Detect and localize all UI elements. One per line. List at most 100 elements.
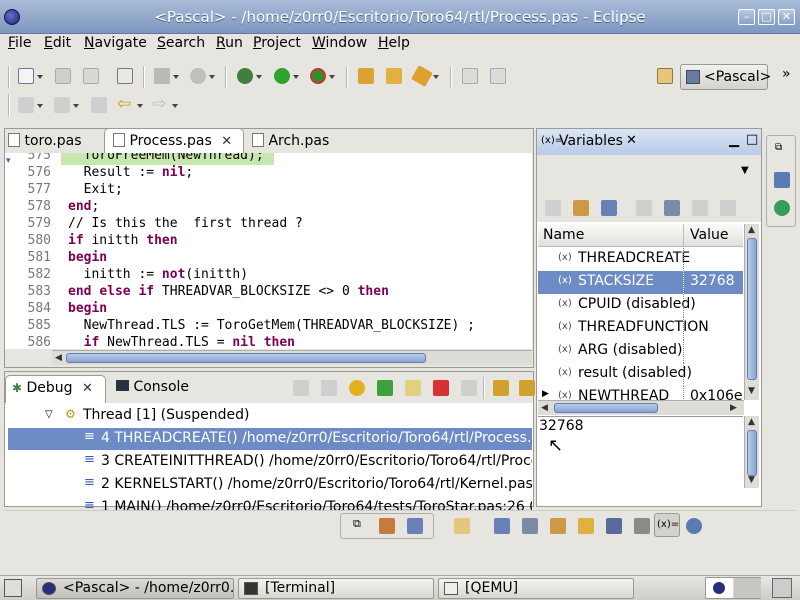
menu-search[interactable]: Search <box>157 35 205 51</box>
back-arrow-icon[interactable]: ⇦ <box>117 94 131 114</box>
disassembly-icon[interactable] <box>606 518 622 534</box>
chevron-down-icon[interactable] <box>73 104 79 108</box>
minimize-icon[interactable]: – <box>738 9 755 25</box>
toggle-block-icon[interactable] <box>462 68 478 84</box>
project-explorer-icon[interactable] <box>550 518 566 534</box>
chevron-down-icon[interactable] <box>37 104 43 108</box>
open-type-icon[interactable] <box>358 68 374 84</box>
code-editor[interactable]: 575 ToroFreeMem(NewThread); 576 Result :=… <box>5 153 532 349</box>
scroll-left-icon[interactable]: ◀ <box>55 353 62 363</box>
tab-process-pas[interactable]: Process.pas ✕ <box>104 128 244 154</box>
scroll-up-icon[interactable]: ▲ <box>748 417 755 427</box>
task-eclipse[interactable]: <Pascal> - /home/z0rr0... <box>36 578 234 599</box>
code-line[interactable]: end else if THREADVAR_BLOCKSIZE <> 0 the… <box>68 284 389 299</box>
variables-vscrollbar[interactable]: ▲ ▼ <box>744 224 759 400</box>
variable-row[interactable]: (x) CPUID (disabled) <box>538 294 743 317</box>
chevron-down-icon[interactable] <box>172 104 178 108</box>
expand-arrow-icon[interactable]: ▽ <box>45 409 53 420</box>
code-line[interactable]: if initth then <box>68 233 178 248</box>
chevron-down-icon[interactable] <box>329 75 335 79</box>
step-over-icon[interactable] <box>519 380 535 396</box>
scroll-right-icon[interactable]: ▶ <box>730 403 737 413</box>
chevron-right-icon[interactable]: » <box>782 66 791 82</box>
remove-icon[interactable] <box>692 200 708 216</box>
scroll-thumb[interactable] <box>747 238 757 380</box>
chevron-down-icon[interactable] <box>293 75 299 79</box>
workspace-switcher[interactable] <box>705 577 761 599</box>
variable-row[interactable]: (x) result (disabled) <box>538 363 743 386</box>
close-icon[interactable]: ✕ <box>778 9 795 25</box>
editor-hscrollbar[interactable]: ◀ <box>52 350 532 365</box>
chevron-down-icon[interactable] <box>137 104 143 108</box>
code-line[interactable]: // Is this the first thread ? <box>68 216 303 231</box>
code-line[interactable]: NewThread.TLS := ToroGetMem(THREADVAR_BL… <box>68 318 475 333</box>
type-hierarchy-icon[interactable] <box>494 518 510 534</box>
modules-icon[interactable] <box>634 518 650 534</box>
variable-row[interactable]: (x) THREADCREATE <box>538 248 743 271</box>
build-icon[interactable] <box>154 68 170 84</box>
tab-console[interactable]: Console <box>116 375 202 401</box>
variable-row[interactable]: (x) THREADFUNCTION <box>538 317 743 340</box>
resume-icon[interactable] <box>377 380 393 396</box>
code-line[interactable]: begin <box>68 250 107 265</box>
stack-frame-row[interactable]: ≡ 3 CREATEINITTHREAD() /home/z0rr0/Escrit… <box>8 451 532 473</box>
chevron-down-icon[interactable] <box>37 75 43 79</box>
menu-edit[interactable]: Edit <box>44 35 71 51</box>
next-annotation-icon[interactable] <box>18 97 34 113</box>
remove-terminated-icon[interactable] <box>293 380 309 396</box>
remove-all-icon[interactable] <box>720 200 736 216</box>
scroll-up-icon[interactable]: ▲ <box>748 225 755 235</box>
new-window-icon[interactable] <box>454 518 470 534</box>
open-perspective-icon[interactable] <box>657 68 673 84</box>
scroll-down-icon[interactable]: ▼ <box>748 386 755 396</box>
call-hierarchy-icon[interactable] <box>522 518 538 534</box>
binary-icon[interactable] <box>117 68 133 84</box>
add-watch-icon[interactable] <box>636 200 652 216</box>
workspace-1[interactable] <box>706 578 733 598</box>
suspend-icon[interactable] <box>405 380 421 396</box>
show-whitespace-icon[interactable] <box>490 68 506 84</box>
trash-icon[interactable] <box>772 578 792 598</box>
restore-icon[interactable]: ⧉ <box>775 142 782 153</box>
menu-run[interactable]: Run <box>216 35 243 51</box>
expand-arrow-icon[interactable]: ▶ <box>542 389 549 399</box>
tab-arch-pas[interactable]: Arch.pas <box>252 129 352 155</box>
step-into-icon[interactable] <box>493 380 509 396</box>
code-line[interactable]: end; <box>68 199 99 214</box>
menu-file[interactable]: File <box>8 35 31 51</box>
chevron-down-icon[interactable] <box>256 75 262 79</box>
workspace-2[interactable] <box>734 578 761 598</box>
view-menu-icon[interactable]: ▼ <box>741 165 749 176</box>
restore-icon[interactable]: ⧉ <box>353 517 361 531</box>
debug-bug-icon[interactable] <box>237 68 253 84</box>
stack-frame-row[interactable]: ≡ 1 MAIN() /home/z0rr0/Escritorio/Toro64/… <box>8 497 532 511</box>
perspective-pascal-button[interactable]: <Pascal> <box>680 64 771 90</box>
expressions-icon[interactable] <box>686 518 702 534</box>
show-type-names-icon[interactable] <box>545 200 561 216</box>
code-line[interactable]: ToroFreeMem(NewThread); <box>68 153 264 163</box>
task-qemu[interactable]: [QEMU] <box>438 578 634 599</box>
external-tools-icon[interactable] <box>310 68 326 84</box>
task-terminal[interactable]: [Terminal] <box>238 578 434 599</box>
variable-row[interactable]: (x) STACKSIZE 32768 <box>538 271 743 294</box>
debug-thread-row[interactable]: ▽ ⚙ Thread [1] (Suspended) <box>8 405 532 427</box>
menu-project[interactable]: Project <box>253 35 301 51</box>
chevron-down-icon[interactable] <box>209 75 215 79</box>
maximize-view-icon[interactable]: □ <box>746 132 758 147</box>
show-logical-structure-icon[interactable] <box>573 200 589 216</box>
open-folder-icon[interactable] <box>386 68 402 84</box>
variables-hscrollbar[interactable]: ◀ ▶ <box>538 400 744 415</box>
chevron-down-icon[interactable] <box>173 75 179 79</box>
search-torch-icon[interactable] <box>411 65 433 87</box>
tab-debug[interactable]: ✱ Debug ✕ <box>5 375 106 403</box>
minimize-view-icon[interactable]: ▁ <box>729 133 739 148</box>
code-line[interactable]: Exit; <box>68 182 123 197</box>
code-line[interactable]: Result := nil; <box>68 165 194 180</box>
tab-toro-pas[interactable] <box>5 0 105 26</box>
collapse-all-icon[interactable] <box>601 200 617 216</box>
save-icon[interactable] <box>55 68 71 84</box>
connect-icon[interactable] <box>321 380 337 396</box>
navigator-icon[interactable] <box>578 518 594 534</box>
last-edit-icon[interactable] <box>91 97 107 113</box>
clean-icon[interactable] <box>190 68 206 84</box>
